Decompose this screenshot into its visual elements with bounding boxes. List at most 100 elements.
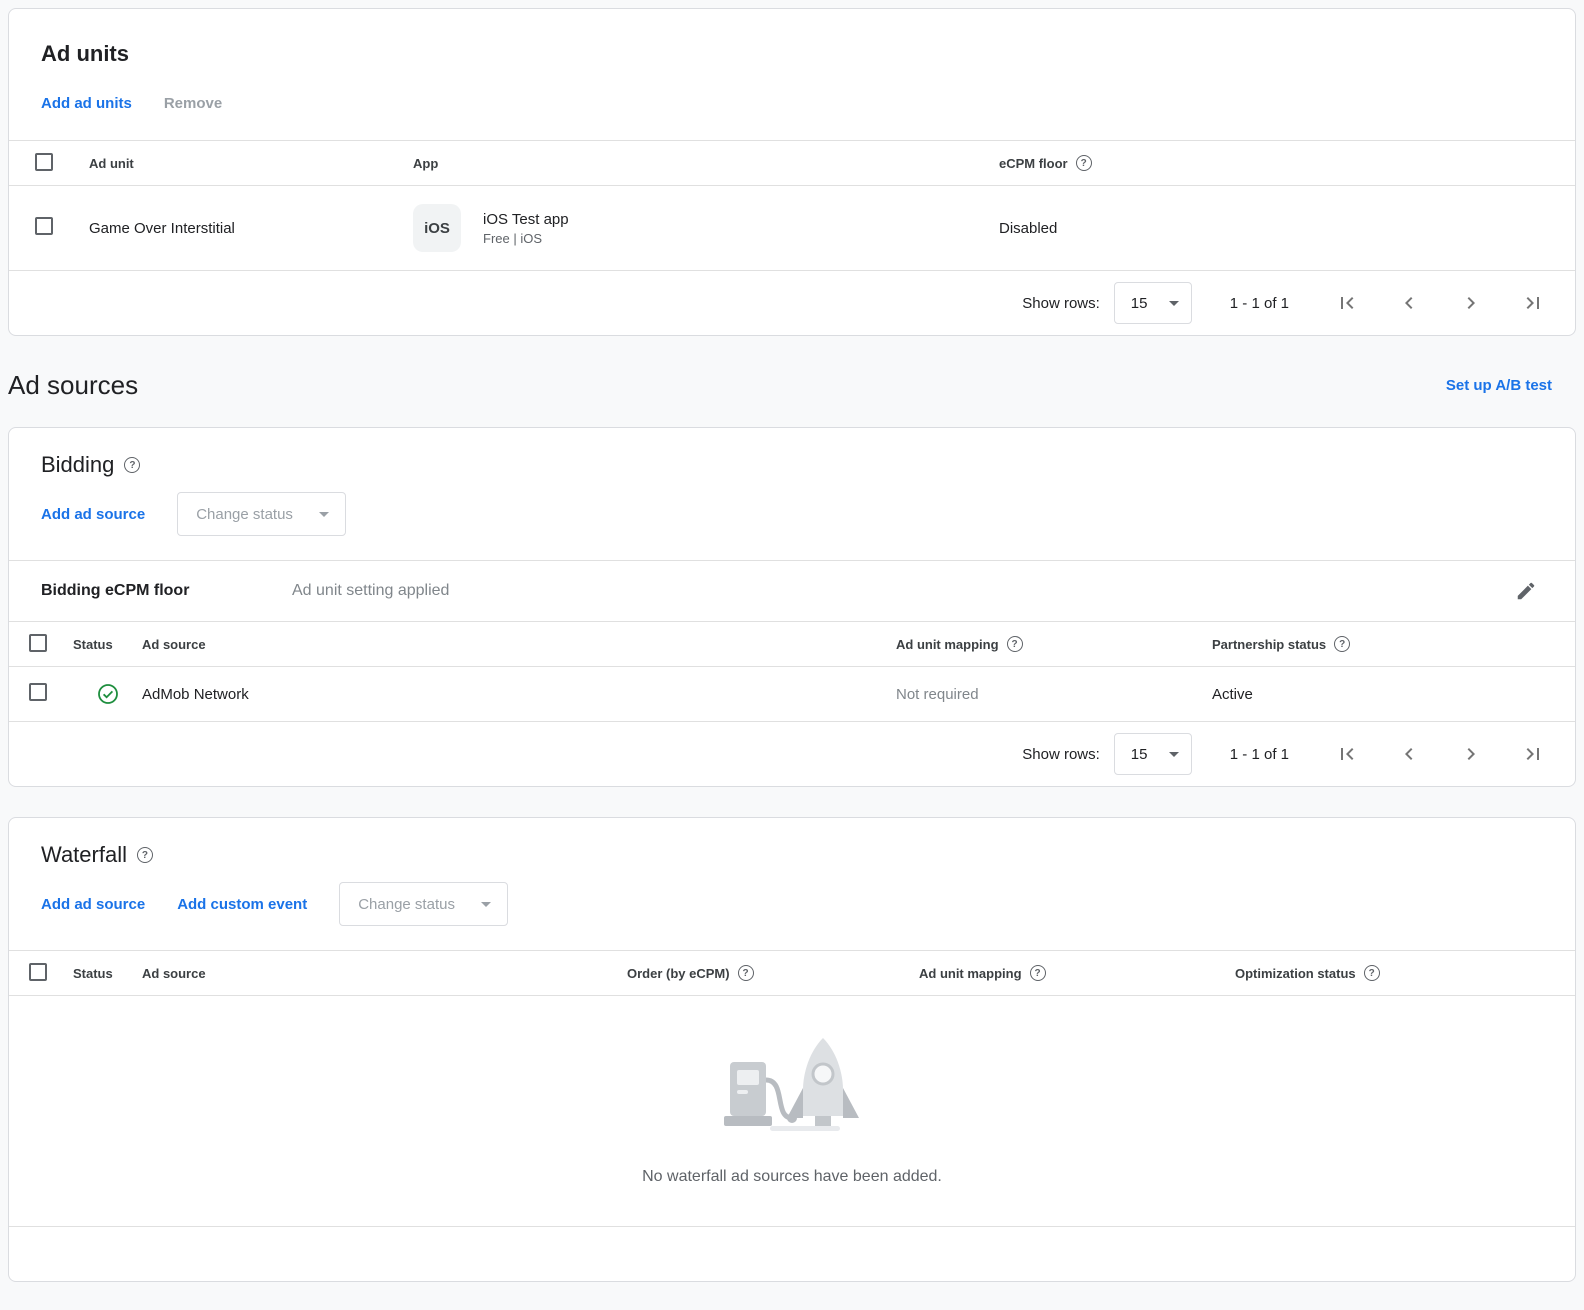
bidding-ecpm-floor-label: Bidding eCPM floor [9,582,292,600]
col-optimization-status-label: Optimization status [1235,966,1356,981]
col-optimization-status: Optimization status [1235,965,1575,981]
waterfall-actions: Add ad source Add custom event Change st… [9,882,1575,926]
bidding-row-checkbox[interactable] [29,683,47,701]
previous-page-icon[interactable] [1397,291,1421,315]
ad-sources-title: Ad sources [8,370,138,401]
last-page-icon[interactable] [1521,291,1545,315]
pagination-nav [1335,291,1545,315]
chevron-down-icon [481,902,491,907]
mediation-page: Ad units Add ad units Remove Ad unit App… [0,0,1584,1298]
bidding-change-status-button[interactable]: Change status [177,492,346,536]
show-rows-label: Show rows: [1022,295,1100,312]
bidding-change-status-label: Change status [196,506,293,523]
pagination-nav [1335,742,1545,766]
rocket-fuel-illustration [712,1026,872,1144]
bidding-select-all-checkbox[interactable] [29,634,47,652]
ad-unit-mapping-help-icon[interactable] [1030,965,1046,981]
partnership-status-help-icon[interactable] [1334,636,1350,652]
waterfall-select-all-cell [9,963,73,984]
col-ad-source: Ad source [142,637,896,652]
ad-units-table: Ad unit App eCPM floor Game Over Interst… [9,140,1575,271]
waterfall-help-icon[interactable] [137,847,153,863]
waterfall-change-status-label: Change status [358,896,455,913]
rows-per-page-select[interactable]: 15 [1114,282,1192,324]
col-ad-unit-mapping-label: Ad unit mapping [896,637,999,652]
ad-units-card: Ad units Add ad units Remove Ad unit App… [8,8,1576,336]
next-page-icon[interactable] [1459,742,1483,766]
add-custom-event-link[interactable]: Add custom event [177,896,307,913]
waterfall-table-header: Status Ad source Order (by eCPM) Ad unit… [9,950,1575,996]
app-meta: Free | iOS [483,231,569,246]
bidding-table: Status Ad source Ad unit mapping Partner… [9,621,1575,722]
bidding-add-ad-source-link[interactable]: Add ad source [41,506,145,523]
ad-units-actions: Add ad units Remove [9,95,1575,112]
edit-icon[interactable] [1515,580,1537,602]
bidding-ecpm-floor-row: Bidding eCPM floor Ad unit setting appli… [9,560,1575,621]
add-ad-units-link[interactable]: Add ad units [41,95,132,112]
chevron-down-icon [1169,301,1179,306]
bidding-help-icon[interactable] [124,457,140,473]
order-help-icon[interactable] [738,965,754,981]
select-all-checkbox[interactable] [35,153,53,171]
col-ad-unit-mapping: Ad unit mapping [896,636,1212,652]
bidding-table-header: Status Ad source Ad unit mapping Partner… [9,621,1575,667]
ad-units-table-header: Ad unit App eCPM floor [9,140,1575,186]
col-status: Status [73,637,142,652]
row-checkbox-cell [9,217,89,239]
ad-units-title: Ad units [9,9,1575,67]
next-page-icon[interactable] [1459,291,1483,315]
waterfall-title-row: Waterfall [9,818,1575,868]
waterfall-select-all-checkbox[interactable] [29,963,47,981]
last-page-icon[interactable] [1521,742,1545,766]
waterfall-title: Waterfall [41,842,127,868]
bidding-ad-source-name[interactable]: AdMob Network [142,686,896,703]
waterfall-empty-message: No waterfall ad sources have been added. [642,1168,942,1186]
col-ad-unit-mapping: Ad unit mapping [919,965,1235,981]
rows-per-page-value: 15 [1131,746,1148,763]
optimization-status-help-icon[interactable] [1364,965,1380,981]
app-cell: iOS iOS Test app Free | iOS [413,204,999,252]
app-name: iOS Test app [483,211,569,228]
ad-unit-row: Game Over Interstitial iOS iOS Test app … [9,186,1575,271]
first-page-icon[interactable] [1335,291,1359,315]
bidding-actions: Add ad source Change status [9,492,1575,536]
ad-sources-header: Ad sources Set up A/B test [8,370,1552,401]
setup-ab-test-link[interactable]: Set up A/B test [1446,377,1552,394]
waterfall-add-ad-source-link[interactable]: Add ad source [41,896,145,913]
first-page-icon[interactable] [1335,742,1359,766]
app-text: iOS Test app Free | iOS [483,211,569,246]
bidding-select-all-cell [9,634,73,655]
page-range: 1 - 1 of 1 [1230,295,1289,312]
col-status: Status [73,966,142,981]
col-ad-unit: Ad unit [89,156,413,171]
waterfall-card: Waterfall Add ad source Add custom event… [8,817,1576,1282]
remove-link[interactable]: Remove [164,95,222,112]
ad-unit-name[interactable]: Game Over Interstitial [89,220,413,237]
col-app: App [413,156,999,171]
chevron-down-icon [319,512,329,517]
bidding-ecpm-floor-value: Ad unit setting applied [292,582,449,600]
bidding-title: Bidding [41,452,114,478]
waterfall-footer [9,1226,1575,1281]
status-active-icon [73,683,142,705]
col-order-by-ecpm-label: Order (by eCPM) [627,966,730,981]
bidding-card: Bidding Add ad source Change status Bidd… [8,427,1576,787]
col-partnership-status: Partnership status [1212,636,1575,652]
chevron-down-icon [1169,752,1179,757]
previous-page-icon[interactable] [1397,742,1421,766]
ecpm-floor-help-icon[interactable] [1076,155,1092,171]
col-ecpm-floor: eCPM floor [999,155,1575,171]
page-range: 1 - 1 of 1 [1230,746,1289,763]
bidding-row-checkbox-cell [9,683,73,705]
bidding-rows-per-page-select[interactable]: 15 [1114,733,1192,775]
select-all-cell [9,153,89,174]
bidding-pagination: Show rows: 15 1 - 1 of 1 [9,722,1575,786]
col-order-by-ecpm: Order (by eCPM) [627,965,919,981]
row-checkbox[interactable] [35,217,53,235]
waterfall-change-status-button[interactable]: Change status [339,882,508,926]
ad-unit-mapping-help-icon[interactable] [1007,636,1023,652]
ecpm-floor-value: Disabled [999,220,1575,237]
bidding-partnership-status-value: Active [1212,686,1575,703]
app-icon: iOS [413,204,461,252]
bidding-title-row: Bidding [9,428,1575,478]
